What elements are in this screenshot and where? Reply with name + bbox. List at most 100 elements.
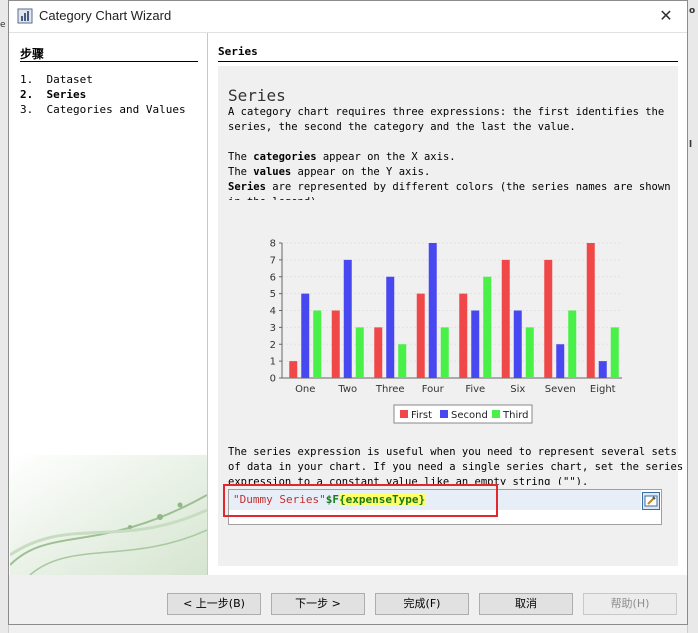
y-tick-label: 8: [270, 239, 276, 250]
bar-first: [586, 243, 595, 378]
text: The: [228, 166, 254, 178]
decorative-swirl-graphic: [10, 455, 207, 575]
legend-swatch: [400, 410, 408, 418]
note-line-2: of data in your chart. If you need a sin…: [228, 461, 684, 473]
bar-third: [610, 327, 619, 378]
y-tick-label: 1: [270, 357, 276, 368]
steps-title: 步骤: [20, 47, 45, 61]
bar-third: [525, 327, 534, 378]
x-tick-label: Eight: [590, 384, 616, 395]
legend-label: Second: [451, 410, 488, 421]
y-tick-label: 0: [270, 374, 276, 385]
text: are represented by different colors (the…: [265, 181, 671, 193]
bar-second: [556, 344, 565, 378]
divider: [20, 61, 198, 62]
window-title: Category Chart Wizard: [39, 8, 172, 23]
y-tick-label: 5: [270, 289, 276, 300]
step-label: Categories and Values: [46, 103, 186, 116]
intro-line-1: A category chart requires three expressi…: [228, 106, 665, 118]
bar-first: [501, 259, 510, 378]
page-heading: Series: [228, 86, 286, 105]
bar-second: [471, 310, 480, 378]
bar-second: [343, 259, 352, 378]
button-bar: < 上一步(B) 下一步 > 完成(F) 取消 帮助(H): [9, 575, 687, 624]
x-tick-label: Three: [375, 384, 405, 395]
x-tick-label: Five: [465, 384, 485, 395]
cancel-button[interactable]: 取消: [479, 593, 573, 615]
bar-third: [355, 327, 364, 378]
y-tick-label: 6: [270, 272, 276, 283]
bar-first: [416, 293, 425, 378]
app-icon: [17, 8, 33, 24]
x-tick-label: Seven: [545, 384, 576, 395]
next-button[interactable]: 下一步 >: [271, 593, 365, 615]
legend-label: Third: [502, 410, 529, 421]
step-categories-and-values[interactable]: 3. Categories and Values: [20, 103, 186, 116]
bar-first: [374, 327, 383, 378]
section-title: Series: [218, 45, 258, 58]
series-keyword: Series: [228, 181, 266, 193]
x-tick-label: Four: [422, 384, 445, 395]
y-tick-label: 2: [270, 340, 276, 351]
bar-second: [598, 361, 607, 378]
close-button[interactable]: ✕: [655, 5, 677, 27]
bar-first: [289, 361, 298, 378]
x-tick-label: One: [295, 384, 315, 395]
step-label: Dataset: [46, 73, 93, 86]
edit-expression-icon: [644, 495, 658, 507]
bar-third: [568, 310, 577, 378]
bar-second: [428, 243, 437, 378]
legend-swatch: [440, 410, 448, 418]
bar-second: [513, 310, 522, 378]
background-fragment: e: [0, 20, 6, 30]
bar-third: [398, 344, 407, 378]
series-expression-editor[interactable]: "Dummy Series"$F{expenseType}: [223, 484, 662, 525]
bar-third: [313, 310, 322, 378]
help-button[interactable]: 帮助(H): [583, 593, 677, 615]
bar-second: [301, 293, 310, 378]
description-area: Series A category chart requires three e…: [218, 66, 683, 566]
series-line-clipped: in the legend).: [228, 196, 323, 200]
steps-panel: 步骤 1. Dataset 2. Series 3. Categories an…: [10, 33, 208, 575]
step-number: 2.: [20, 88, 34, 101]
text: The: [228, 151, 254, 163]
bar-chart: 0 1 2 3 4 5 6 7 8 One Two Three Four Five Six Seven Eigh…: [270, 239, 622, 424]
bar-third: [440, 327, 449, 378]
annotation-highlight-box: [223, 484, 498, 517]
y-tick-label: 3: [270, 323, 276, 334]
bar-first: [459, 293, 468, 378]
step-number: 1.: [20, 73, 34, 86]
categories-keyword: categories: [253, 151, 317, 163]
background-fragment: l: [689, 140, 693, 150]
values-line: The values appear on the Y axis.: [228, 166, 430, 178]
finish-button[interactable]: 完成(F): [375, 593, 469, 615]
text: appear on the X axis.: [316, 151, 456, 163]
divider: [218, 61, 678, 62]
legend-label: First: [411, 410, 432, 421]
step-label: Series: [46, 88, 87, 101]
bar-first: [544, 259, 553, 378]
step-dataset[interactable]: 1. Dataset: [20, 73, 93, 86]
title-bar[interactable]: Category Chart Wizard ✕: [9, 1, 687, 33]
text: appear on the Y axis.: [291, 166, 431, 178]
step-series[interactable]: 2. Series: [20, 88, 86, 101]
intro-line-2: series, the second the category and the …: [228, 121, 576, 133]
note-line-1: The series expression is useful when you…: [228, 446, 677, 458]
expression-editor-button[interactable]: [642, 492, 660, 510]
bar-third: [483, 276, 492, 378]
close-icon: ✕: [659, 6, 673, 25]
step-number: 3.: [20, 103, 34, 116]
background-fragment: o: [689, 6, 696, 16]
series-line: Series are represented by different colo…: [228, 181, 671, 193]
background-app-right: o l: [687, 0, 698, 633]
back-button[interactable]: < 上一步(B): [167, 593, 261, 615]
x-tick-label: Six: [510, 384, 525, 395]
values-keyword: values: [253, 166, 292, 178]
y-tick-label: 7: [270, 255, 276, 266]
legend-swatch: [492, 410, 500, 418]
x-tick-label: Two: [337, 384, 357, 395]
y-tick-label: 4: [270, 306, 276, 317]
categories-line: The categories appear on the X axis.: [228, 151, 456, 163]
wizard-dialog: Category Chart Wizard ✕ 步骤 1. Dataset 2.…: [8, 0, 688, 625]
bar-first: [331, 310, 340, 378]
